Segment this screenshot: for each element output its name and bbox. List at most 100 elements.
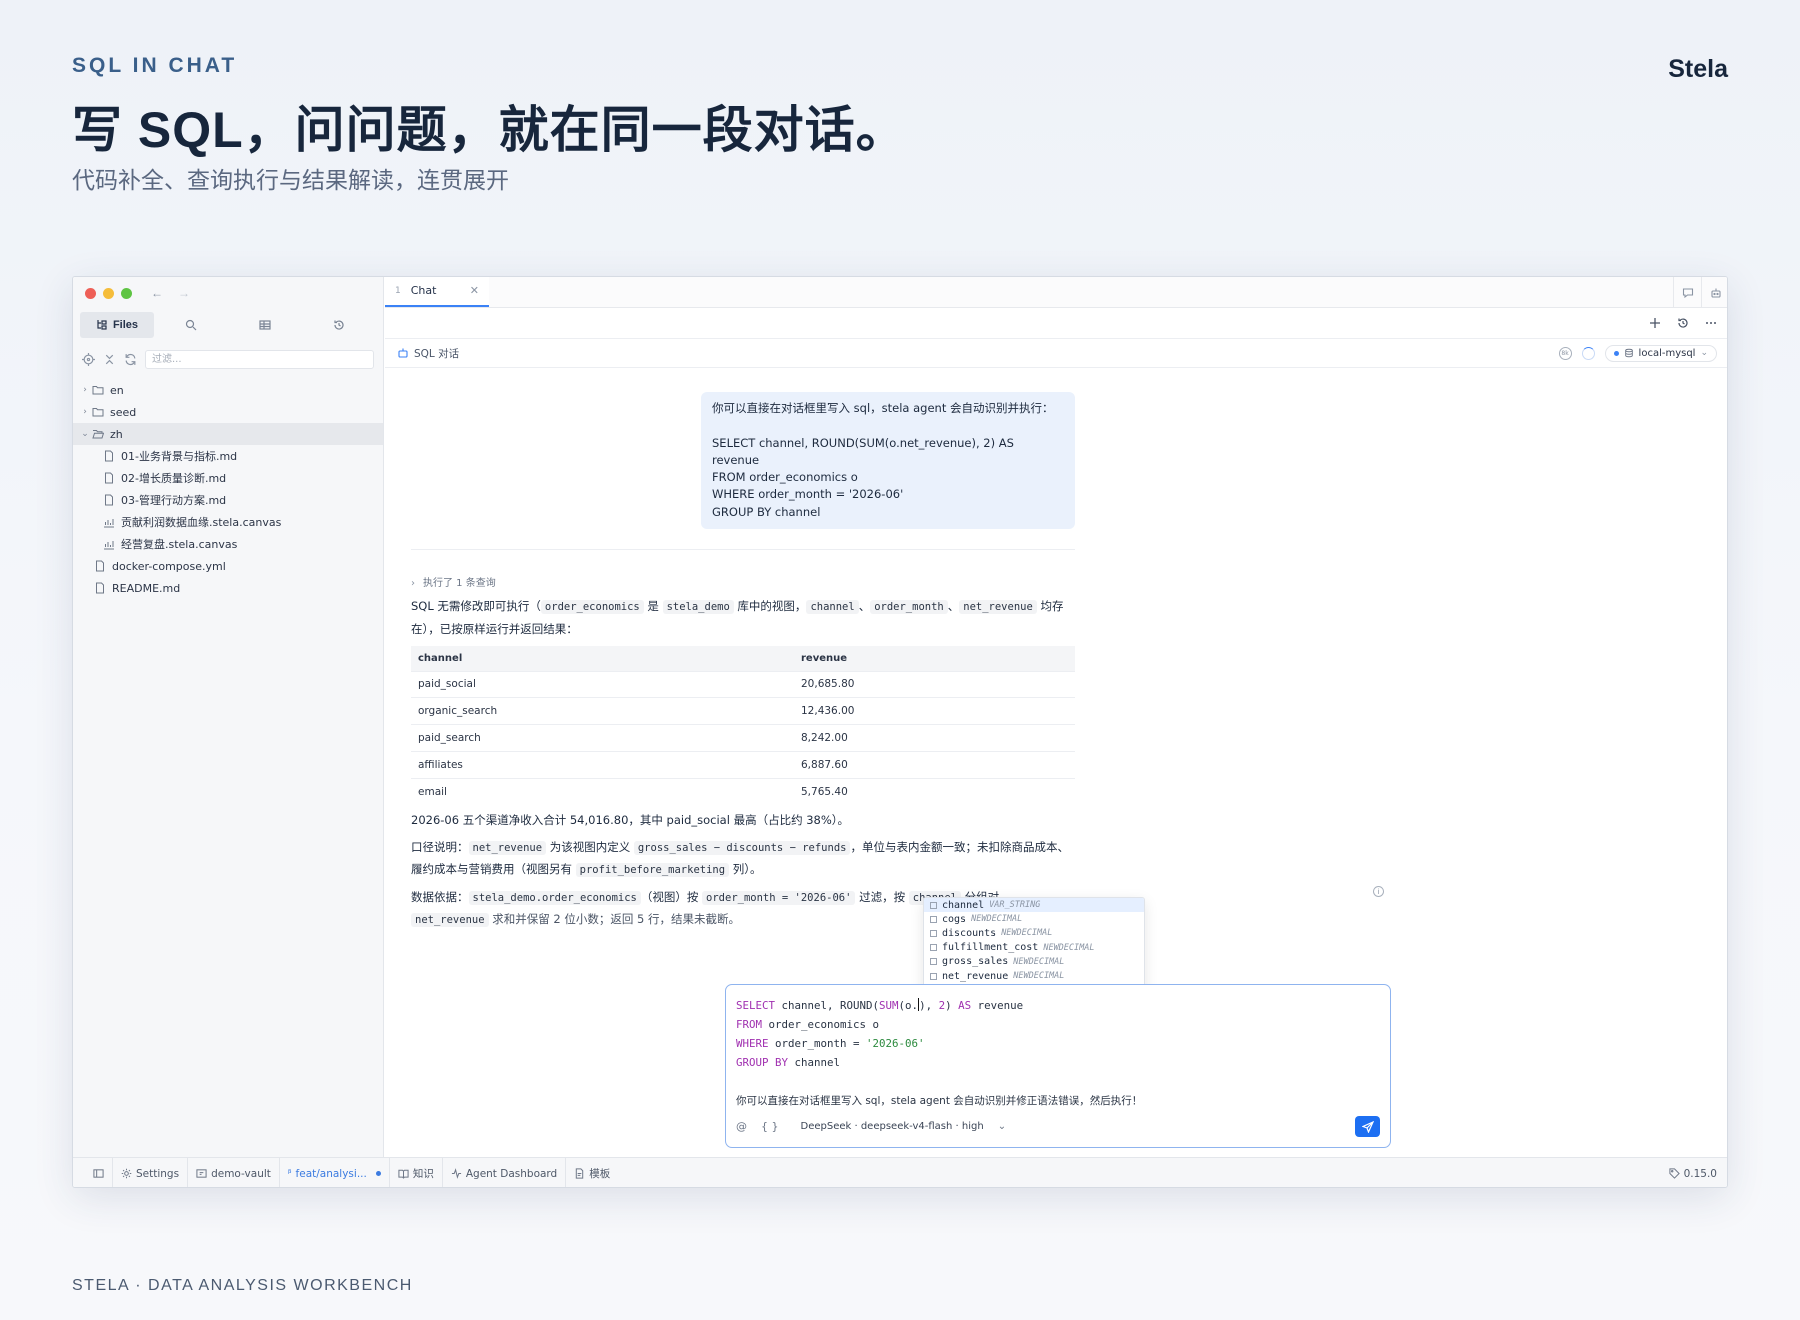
tree-file[interactable]: 03-管理行动方案.md (73, 489, 383, 511)
suggestion-name: gross_sales (942, 956, 1009, 968)
sidebar: ← → Files › (73, 277, 384, 1157)
tree-file[interactable]: 贡献利润数据血缘.stela.canvas (73, 511, 383, 533)
query-execution-toggle[interactable]: › 执行了 1 条查询 (411, 574, 1075, 589)
tree-label: 贡献利润数据血缘.stela.canvas (121, 516, 282, 529)
tree-folder-en[interactable]: › en (73, 379, 383, 401)
minimize-window-button[interactable] (103, 287, 114, 299)
variables-icon[interactable]: { } (761, 1120, 779, 1133)
bot-icon[interactable] (1701, 277, 1727, 308)
tab-history[interactable] (302, 312, 376, 338)
answer-text: （视图）按 (640, 889, 703, 904)
agent-dashboard-button[interactable]: Agent Dashboard (443, 1158, 567, 1187)
refresh-icon[interactable] (124, 353, 137, 366)
history-icon (334, 320, 344, 330)
table-cell: paid_search (411, 724, 794, 752)
table-cell: affiliates (411, 750, 794, 779)
context-usage-icon[interactable]: 8k (1558, 346, 1572, 360)
database-selector[interactable]: local-mysql ⌄ (1604, 344, 1717, 362)
settings-button[interactable]: Settings (113, 1158, 189, 1187)
sql-editor[interactable]: SELECT channel, ROUND(SUM(o.), 2) AS rev… (736, 996, 1023, 1072)
tab-search[interactable] (154, 312, 228, 338)
autocomplete-item[interactable]: fulfillment_cost NEWDECIMAL (924, 941, 1144, 955)
inline-code: order_economics (540, 600, 644, 615)
chat-header: SQL 对话 8k local-mysql ⌄ (385, 338, 1727, 368)
filter-input[interactable] (145, 349, 374, 369)
sql-keyword: AS (958, 999, 972, 1012)
column-icon (930, 944, 937, 952)
chevron-down-icon: ⌄ (81, 429, 89, 439)
autocomplete-item[interactable]: channel VAR_STRING (924, 898, 1144, 913)
brand-logo: Stela (1668, 55, 1728, 83)
vault-selector[interactable]: demo-vault (188, 1158, 280, 1187)
book-icon (398, 1169, 409, 1179)
canvas-chart-icon (104, 519, 114, 528)
tabbar-actions (1673, 277, 1727, 308)
maximize-window-button[interactable] (121, 287, 132, 299)
chevron-down-icon: ⌄ (997, 1121, 1007, 1132)
editor-tabbar: 1 Chat ✕ (385, 277, 1727, 308)
unsaved-indicator (375, 1171, 381, 1176)
tree-label: README.md (112, 581, 181, 595)
tree-file[interactable]: docker-compose.yml (73, 555, 383, 577)
canvas-chart-icon (104, 541, 114, 550)
git-branch-button[interactable]: ᵝ feat/analysi... (280, 1158, 390, 1187)
tab-tables[interactable] (228, 312, 302, 338)
tree-file[interactable]: README.md (73, 577, 383, 599)
plus-icon[interactable] (1649, 317, 1661, 329)
table-cell: 12,436.00 (794, 697, 1075, 725)
close-window-button[interactable] (85, 287, 96, 299)
template-button[interactable]: 模板 (566, 1158, 618, 1187)
comment-icon[interactable] (1673, 277, 1701, 308)
suggestion-type: NEWDECIMAL (1001, 928, 1053, 939)
locate-icon[interactable] (82, 352, 95, 366)
more-icon[interactable] (1705, 317, 1717, 329)
tab-chat[interactable]: 1 Chat ✕ (385, 277, 489, 307)
suggestion-type: NEWDECIMAL (1013, 956, 1065, 967)
send-button[interactable] (1355, 1116, 1380, 1137)
answer-text: 列）。 (729, 862, 762, 877)
tree-file[interactable]: 02-增长质量诊断.md (73, 467, 383, 489)
column-icon (930, 929, 937, 937)
forward-arrow-icon[interactable]: → (178, 286, 190, 300)
answer-text: 、 (947, 599, 960, 614)
tree-folder-seed[interactable]: › seed (73, 401, 383, 423)
tree-file[interactable]: 经营复盘.stela.canvas (73, 533, 383, 555)
table-cell: email (411, 777, 794, 806)
knowledge-button[interactable]: 知识 (390, 1158, 443, 1187)
close-icon[interactable]: ✕ (470, 284, 479, 297)
folder-open-icon (92, 430, 104, 439)
subheadline: 代码补全、查询执行与结果解读，连贯展开 (72, 167, 509, 193)
composer-prompt-text: 你可以直接在对话框里写入 sql，stela agent 会自动识别并修正语法错… (736, 1095, 1143, 1107)
suggestion-name: net_revenue (942, 970, 1009, 982)
model-selector[interactable]: DeepSeek · deepseek-v4-flash · high ⌄ (801, 1121, 1007, 1132)
back-arrow-icon[interactable]: ← (151, 286, 163, 300)
tab-files[interactable]: Files (80, 312, 154, 338)
column-icon (930, 958, 937, 966)
file-icon (96, 560, 104, 572)
autocomplete-item[interactable]: discounts NEWDECIMAL (924, 926, 1144, 940)
autocomplete-item[interactable]: gross_sales NEWDECIMAL (924, 955, 1144, 969)
autocomplete-item[interactable]: cogs NEWDECIMAL (924, 912, 1144, 926)
chat-bot-icon (398, 348, 408, 358)
folder-icon (92, 408, 104, 417)
info-icon[interactable]: i (1373, 886, 1384, 897)
sql-text: channel (788, 1056, 841, 1069)
suggestion-type: NEWDECIMAL (1043, 942, 1095, 953)
autocomplete-item[interactable]: net_revenue NEWDECIMAL (924, 969, 1144, 983)
inline-code: channel (806, 600, 859, 615)
answer-text: 过滤，按 (855, 889, 909, 904)
toggle-sidebar-button[interactable] (85, 1158, 113, 1187)
sql-text: revenue (971, 999, 1024, 1012)
history-icon[interactable] (1677, 317, 1689, 329)
tab-files-label: Files (112, 319, 139, 331)
footer-caption: STELA · DATA ANALYSIS WORKBENCH (72, 1277, 413, 1294)
collapse-all-icon[interactable] (103, 353, 116, 366)
file-icon (105, 450, 113, 462)
tree-file[interactable]: 01-业务背景与指标.md (73, 445, 383, 467)
mention-icon[interactable]: @ (736, 1120, 747, 1133)
branch-icon: ᵝ (287, 1168, 292, 1179)
tree-folder-zh[interactable]: ⌄ zh (73, 423, 383, 445)
conversation: 你可以直接在对话框里写入 sql，stela agent 会自动识别并执行： S… (411, 392, 1075, 932)
message-composer[interactable]: SELECT channel, ROUND(SUM(o.), 2) AS rev… (725, 984, 1391, 1148)
chat-header-controls: 8k local-mysql ⌄ (1558, 344, 1727, 362)
